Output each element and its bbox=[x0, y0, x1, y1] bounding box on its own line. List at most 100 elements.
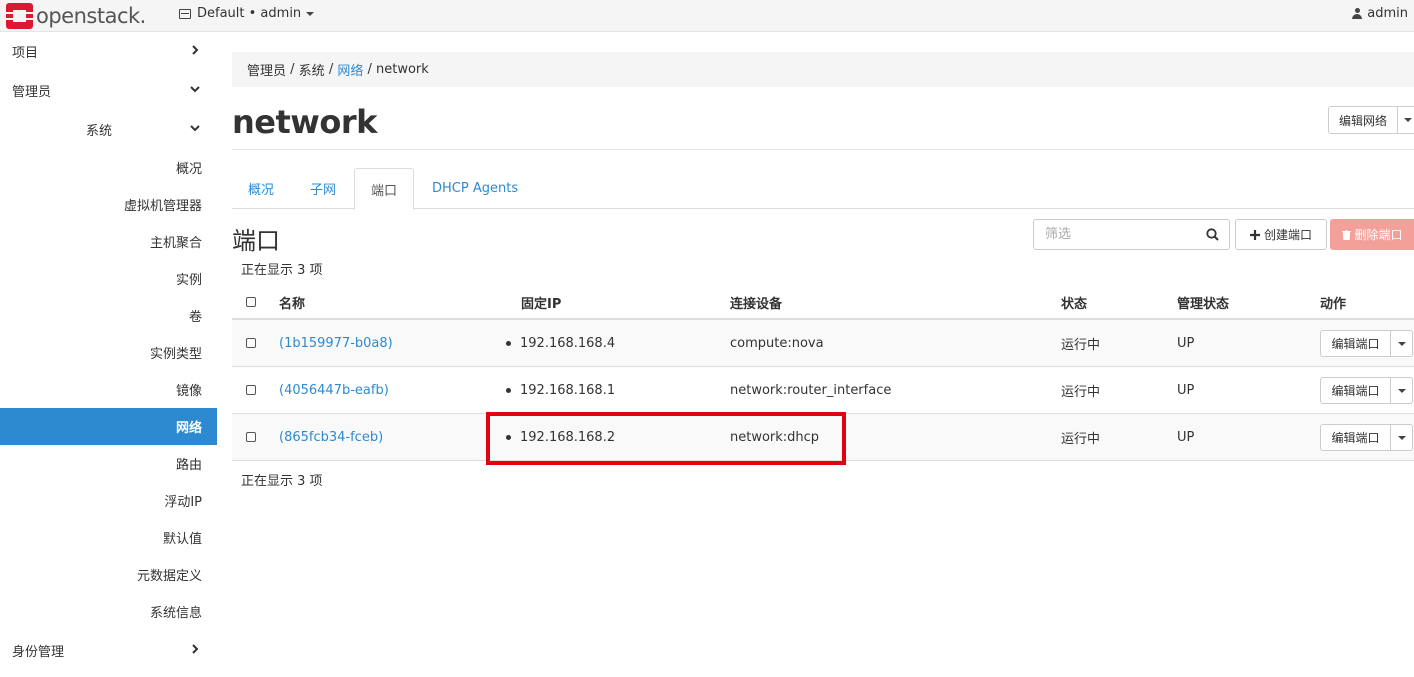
openstack-logo-icon bbox=[6, 3, 33, 29]
sidebar-item-volumes[interactable]: 卷 bbox=[0, 297, 217, 334]
breadcrumb-separator: / bbox=[363, 62, 377, 77]
section-title: 端口 bbox=[232, 227, 280, 255]
bullet-icon bbox=[506, 340, 511, 346]
row-checkbox[interactable] bbox=[246, 385, 256, 395]
chevron-down-icon bbox=[190, 86, 200, 93]
attached-device: network:router_interface bbox=[730, 382, 892, 398]
sidebar-item-host-aggregates[interactable]: 主机聚合 bbox=[0, 223, 217, 260]
attached-device: compute:nova bbox=[730, 335, 824, 351]
tab-subnets[interactable]: 子网 bbox=[310, 168, 336, 209]
highlight-box bbox=[486, 412, 846, 465]
tab-overview[interactable]: 概况 bbox=[248, 168, 274, 209]
item-count-top: 正在显示 3 项 bbox=[241, 263, 323, 278]
user-icon bbox=[1352, 8, 1363, 19]
sidebar-item-label: 系统 bbox=[86, 124, 113, 139]
header-fixed-ip[interactable]: 固定IP bbox=[521, 286, 561, 318]
row-action-split-button: 编辑端口 bbox=[1320, 377, 1413, 404]
header-attached-device[interactable]: 连接设备 bbox=[730, 286, 782, 318]
edit-port-button[interactable]: 编辑端口 bbox=[1320, 377, 1391, 404]
sidebar-item-label: 默认值 bbox=[162, 532, 202, 547]
sidebar-item-identity[interactable]: 身份管理 bbox=[0, 632, 217, 669]
sidebar-item-metadata-definitions[interactable]: 元数据定义 bbox=[0, 556, 217, 593]
caret-down-icon bbox=[1397, 388, 1406, 393]
row-action-split-button: 编辑端口 bbox=[1320, 424, 1413, 451]
user-label: admin bbox=[1367, 6, 1408, 21]
sidebar-item-routers[interactable]: 路由 bbox=[0, 445, 217, 482]
sidebar-item-flavors[interactable]: 实例类型 bbox=[0, 334, 217, 371]
sidebar-item-overview[interactable]: 概况 bbox=[0, 149, 217, 186]
sidebar-item-label: 主机聚合 bbox=[149, 236, 202, 251]
tab-ports[interactable]: 端口 bbox=[354, 168, 414, 210]
sidebar-item-defaults[interactable]: 默认值 bbox=[0, 519, 217, 556]
sidebar-item-label: 路由 bbox=[175, 458, 202, 473]
item-count-bottom: 正在显示 3 项 bbox=[241, 474, 323, 489]
admin-state: UP bbox=[1177, 382, 1195, 398]
sidebar-item-label: 管理员 bbox=[12, 85, 52, 100]
plus-icon bbox=[1249, 229, 1260, 240]
breadcrumb-system: 系统 bbox=[298, 64, 325, 79]
create-port-label: 创建端口 bbox=[1263, 228, 1312, 242]
table-header: 名称 固定IP 连接设备 状态 管理状态 动作 bbox=[232, 286, 1414, 320]
row-action-dropdown[interactable] bbox=[1391, 330, 1413, 357]
filter-input[interactable] bbox=[1033, 219, 1230, 250]
sidebar-item-label: 元数据定义 bbox=[136, 569, 202, 584]
row-checkbox[interactable] bbox=[246, 432, 256, 442]
sidebar-item-system-info[interactable]: 系统信息 bbox=[0, 593, 217, 630]
sidebar-item-label: 项目 bbox=[12, 46, 39, 61]
breadcrumb-separator: / bbox=[286, 62, 299, 77]
sidebar-item-label: 浮动IP bbox=[164, 495, 202, 510]
table-row: (1b159977-b0a8) 192.168.168.4 compute:no… bbox=[232, 320, 1414, 367]
edit-network-split-button: 编辑网络 bbox=[1328, 106, 1414, 134]
breadcrumb-admin: 管理员 bbox=[247, 64, 287, 79]
edit-port-button[interactable]: 编辑端口 bbox=[1320, 330, 1391, 357]
caret-down-icon bbox=[1397, 435, 1406, 440]
header-status[interactable]: 状态 bbox=[1061, 286, 1087, 318]
sidebar-item-floating-ips[interactable]: 浮动IP bbox=[0, 482, 217, 519]
top-navbar: openstack. Default • admin admin bbox=[0, 0, 1414, 32]
edit-network-button[interactable]: 编辑网络 bbox=[1328, 106, 1398, 134]
logo-text: openstack. bbox=[36, 4, 146, 28]
page-title: network bbox=[232, 103, 377, 141]
delete-port-label: 删除端口 bbox=[1354, 228, 1403, 242]
breadcrumb: 管理员 / 系统 / 网络 / network bbox=[232, 52, 1414, 87]
user-menu[interactable]: admin bbox=[1352, 6, 1408, 21]
edit-port-button[interactable]: 编辑端口 bbox=[1320, 424, 1391, 451]
sidebar-item-system[interactable]: 系统 bbox=[0, 111, 217, 148]
tab-dhcp-agents[interactable]: DHCP Agents bbox=[432, 168, 518, 209]
row-checkbox[interactable] bbox=[246, 338, 256, 348]
search-icon[interactable] bbox=[1206, 228, 1219, 241]
header-name[interactable]: 名称 bbox=[279, 286, 305, 318]
edit-network-dropdown[interactable] bbox=[1398, 106, 1414, 134]
row-action-dropdown[interactable] bbox=[1391, 424, 1413, 451]
project-switcher[interactable]: Default • admin bbox=[179, 6, 315, 21]
bullet-icon bbox=[506, 387, 511, 393]
sidebar: 项目 管理员 系统 概况 虚拟机管理器 主机聚合 实例 卷 实例类型 镜像 网络… bbox=[0, 33, 217, 677]
caret-down-icon bbox=[1403, 118, 1412, 122]
main-content: 管理员 / 系统 / 网络 / network network 编辑网络 概况 … bbox=[232, 33, 1414, 677]
create-port-button[interactable]: 创建端口 bbox=[1235, 219, 1327, 250]
sidebar-item-hypervisors[interactable]: 虚拟机管理器 bbox=[0, 186, 217, 223]
openstack-logo[interactable]: openstack. bbox=[6, 3, 146, 29]
sidebar-item-project[interactable]: 项目 bbox=[0, 33, 217, 70]
port-name-link[interactable]: (1b159977-b0a8) bbox=[279, 320, 393, 366]
admin-state: UP bbox=[1177, 429, 1195, 445]
port-name-link[interactable]: (4056447b-eafb) bbox=[279, 367, 389, 413]
caret-down-icon bbox=[1397, 341, 1406, 346]
delete-ports-button[interactable]: 删除端口 bbox=[1330, 219, 1414, 250]
sidebar-item-admin[interactable]: 管理员 bbox=[0, 72, 217, 109]
port-name-link[interactable]: (865fcb34-fceb) bbox=[279, 414, 383, 460]
breadcrumb-networks-link[interactable]: 网络 bbox=[337, 60, 363, 79]
port-status: 运行中 bbox=[1061, 384, 1101, 400]
sidebar-item-images[interactable]: 镜像 bbox=[0, 371, 217, 408]
caret-down-icon bbox=[306, 11, 315, 16]
row-action-dropdown[interactable] bbox=[1391, 377, 1413, 404]
header-admin-state[interactable]: 管理状态 bbox=[1177, 286, 1229, 318]
sidebar-item-label: 虚拟机管理器 bbox=[123, 199, 202, 214]
sidebar-item-networks[interactable]: 网络 bbox=[0, 408, 217, 445]
chevron-right-icon bbox=[192, 45, 199, 55]
sidebar-item-instances[interactable]: 实例 bbox=[0, 260, 217, 297]
port-status: 运行中 bbox=[1061, 337, 1101, 353]
select-all-checkbox[interactable] bbox=[246, 297, 256, 307]
row-action-split-button: 编辑端口 bbox=[1320, 330, 1413, 357]
title-divider bbox=[232, 149, 1414, 150]
